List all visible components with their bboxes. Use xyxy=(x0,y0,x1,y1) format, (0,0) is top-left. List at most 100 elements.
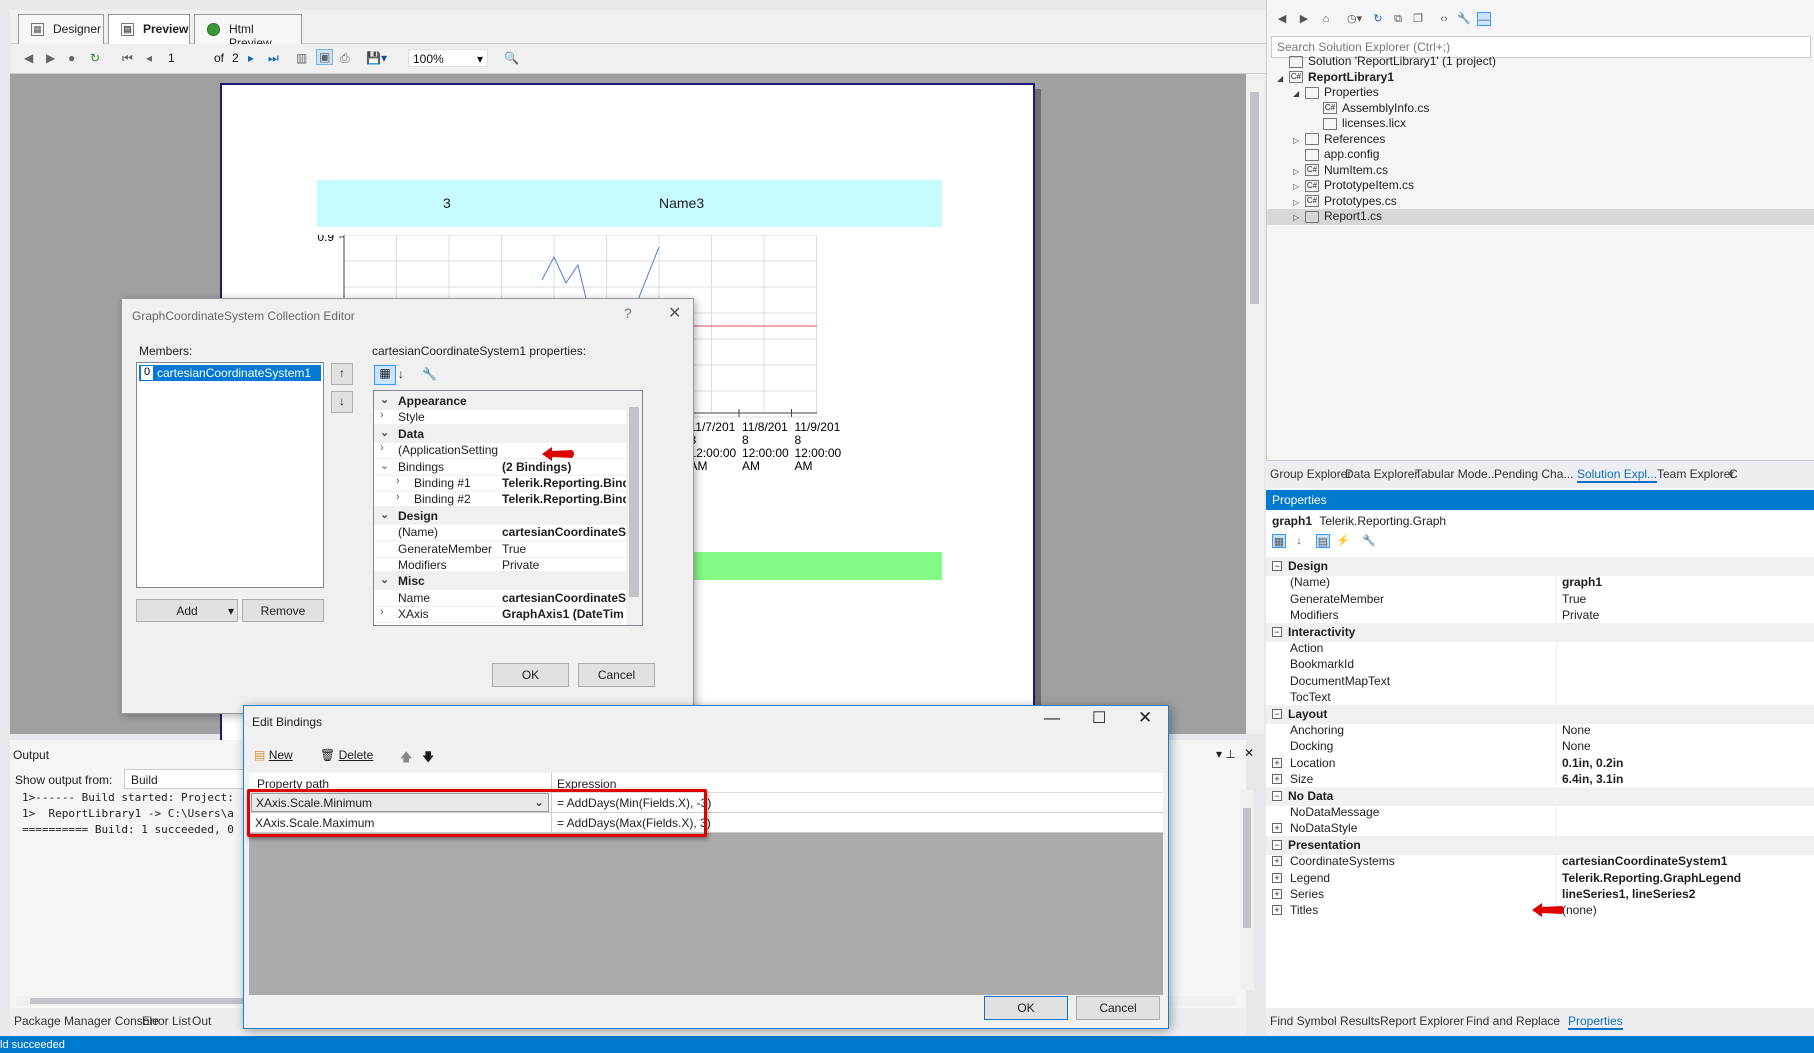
tab-5[interactable]: Team Explorer xyxy=(1657,467,1734,481)
tab-2[interactable]: Find and Replace xyxy=(1466,1014,1560,1028)
expander-icon[interactable]: ◢ xyxy=(1293,89,1305,98)
print-layout-icon[interactable]: ▣ xyxy=(316,49,334,65)
tree-item[interactable]: app.config xyxy=(1267,147,1814,163)
expand-icon[interactable]: + xyxy=(1272,774,1282,785)
property-value[interactable]: (none) xyxy=(1562,903,1597,917)
first-page-icon[interactable]: ⏮ xyxy=(122,51,133,66)
property-value[interactable]: lineSeries1, lineSeries2 xyxy=(1562,887,1695,901)
refresh-icon[interactable]: ↻ xyxy=(1371,12,1385,26)
code-icon[interactable]: ‹› xyxy=(1437,12,1451,26)
property-pages-icon[interactable]: 🔧 xyxy=(1362,534,1376,548)
property-row[interactable]: › XAxis GraphAxis1 (DateTim xyxy=(374,604,626,624)
move-up-icon[interactable]: 🡅 xyxy=(400,748,412,769)
copy-icon[interactable]: ❐ xyxy=(1411,12,1425,26)
property-value[interactable]: True xyxy=(1562,592,1586,606)
tree-item[interactable]: ◢ C# ReportLibrary1 xyxy=(1267,70,1814,86)
expand-icon[interactable]: + xyxy=(1272,889,1282,899)
expander-icon[interactable]: ▷ xyxy=(1293,167,1305,176)
tree-item[interactable]: ▷ C# NumItem.cs xyxy=(1267,163,1814,179)
document-map-icon[interactable]: ▥ xyxy=(296,51,307,65)
expand-icon[interactable]: + xyxy=(1272,856,1282,867)
property-value[interactable]: 0.1in, 0.2in xyxy=(1562,756,1623,770)
tab-designer[interactable]: ▦ Designer xyxy=(18,14,104,44)
list-item[interactable]: 0 cartesianCoordinateSystem1 xyxy=(139,365,321,381)
ok-button[interactable]: OK xyxy=(492,663,569,687)
categorized-icon[interactable]: ▦ xyxy=(374,365,396,385)
help-icon[interactable]: ? xyxy=(624,305,632,321)
stop-icon[interactable]: ● xyxy=(68,51,75,65)
close-icon[interactable]: ✕ xyxy=(668,303,681,323)
chevron-right-icon[interactable]: › xyxy=(396,475,400,487)
tree-item[interactable]: ◢ Properties xyxy=(1267,85,1814,101)
scroll-thumb[interactable] xyxy=(629,407,639,597)
expand-icon[interactable]: + xyxy=(1272,905,1282,916)
last-page-icon[interactable]: ⏭ xyxy=(268,51,279,66)
forward-icon[interactable]: ▶ xyxy=(46,51,55,65)
alphabetical-icon[interactable]: ↓ xyxy=(398,367,404,381)
zoom-select[interactable]: 100% ▾ xyxy=(408,49,488,67)
close-icon[interactable]: ✕ xyxy=(1138,708,1152,728)
print-icon[interactable]: ⎙ xyxy=(340,51,350,66)
refresh-icon[interactable]: ↻ xyxy=(90,51,100,65)
back-icon[interactable]: ◀ xyxy=(1275,12,1289,26)
next-page-icon[interactable]: ▸ xyxy=(248,51,254,65)
home-icon[interactable]: ⌂ xyxy=(1319,12,1333,26)
tree-item[interactable]: ▷ C# Prototypes.cs xyxy=(1267,194,1814,210)
properties-object[interactable]: graph1 Telerik.Reporting.Graph xyxy=(1272,514,1446,528)
move-down-button[interactable]: ↓ xyxy=(331,391,353,413)
chevron-down-icon[interactable]: ⌄ xyxy=(380,508,389,521)
property-value[interactable]: 6.4in, 3.1in xyxy=(1562,772,1623,786)
collapse-icon[interactable]: − xyxy=(1272,561,1282,571)
tab-0[interactable]: Package Manager Console xyxy=(14,1014,159,1028)
property-value[interactable]: Private xyxy=(502,558,626,572)
chevron-right-icon[interactable]: › xyxy=(380,606,384,618)
pin-icon[interactable]: ▾ ⊥ xyxy=(1216,747,1236,761)
move-up-button[interactable]: ↑ xyxy=(331,363,353,385)
tree-item[interactable]: C# AssemblyInfo.cs xyxy=(1267,101,1814,117)
scroll-thumb[interactable] xyxy=(1250,92,1259,304)
bindings-grid[interactable]: Property path Expression XAxis.Scale.Min… xyxy=(247,773,1163,995)
chevron-right-icon[interactable]: › xyxy=(396,491,400,503)
tab-3[interactable]: Pending Cha... xyxy=(1494,467,1573,481)
property-grid[interactable]: ⌄ Appearance › Style ⌄ Data › (ApplicationSetti… xyxy=(373,390,643,626)
output-scrollbar[interactable] xyxy=(1240,790,1254,990)
property-value[interactable]: True xyxy=(502,542,626,556)
pin-icon[interactable]: — xyxy=(1477,12,1491,26)
tab-0[interactable]: Find Symbol Results xyxy=(1270,1014,1380,1028)
preview-scrollbar[interactable] xyxy=(1246,74,1264,734)
tab-3[interactable]: Properties xyxy=(1568,1014,1623,1030)
close-icon[interactable]: ✕ xyxy=(1244,746,1254,760)
expander-icon[interactable]: ▷ xyxy=(1293,213,1305,222)
property-scrollbar[interactable] xyxy=(626,391,642,625)
property-value[interactable]: Telerik.Reporting.Bind xyxy=(502,476,626,490)
tab-html-preview[interactable]: Html Preview xyxy=(194,14,302,50)
tree-item[interactable]: licenses.licx xyxy=(1267,116,1814,132)
output-source-select[interactable]: Build xyxy=(124,769,244,789)
history-icon[interactable]: ◷▾ xyxy=(1347,12,1362,26)
ok-button[interactable]: OK xyxy=(984,996,1068,1020)
property-value[interactable]: Private xyxy=(1562,608,1599,622)
remove-button[interactable]: Remove xyxy=(242,599,324,622)
expand-icon[interactable]: + xyxy=(1272,757,1282,768)
scroll-thumb[interactable] xyxy=(1243,808,1251,928)
property-value[interactable]: None xyxy=(1562,739,1591,753)
collapse-all-icon[interactable]: ⧉ xyxy=(1391,12,1405,26)
add-button[interactable]: Add ▾ xyxy=(136,599,238,622)
new-button[interactable]: ▤ New xyxy=(254,748,293,762)
chevron-right-icon[interactable]: › xyxy=(380,442,384,454)
property-value[interactable]: (2 Bindings) xyxy=(502,460,626,474)
property-value[interactable]: GraphAxis1 (DateTim xyxy=(502,607,626,621)
property-value[interactable]: cartesianCoordinateSy xyxy=(502,591,626,605)
alphabetical-icon[interactable]: ↓ xyxy=(1292,534,1306,548)
collapse-icon[interactable]: − xyxy=(1272,626,1282,637)
collapse-icon[interactable]: − xyxy=(1272,790,1282,801)
move-down-icon[interactable]: 🡇 xyxy=(422,748,434,769)
minimize-icon[interactable]: — xyxy=(1044,710,1060,728)
properties-icon[interactable]: ▤ xyxy=(1316,534,1330,548)
tab-0[interactable]: Group Explorer xyxy=(1270,467,1351,481)
property-value[interactable]: Telerik.Reporting.GraphLegend xyxy=(1562,871,1741,885)
categorized-icon[interactable]: ▦ xyxy=(1272,534,1286,548)
tab-1[interactable]: Report Explorer xyxy=(1380,1014,1464,1028)
search-icon[interactable]: 🔍 xyxy=(504,51,519,65)
property-value[interactable]: None xyxy=(1562,723,1591,737)
